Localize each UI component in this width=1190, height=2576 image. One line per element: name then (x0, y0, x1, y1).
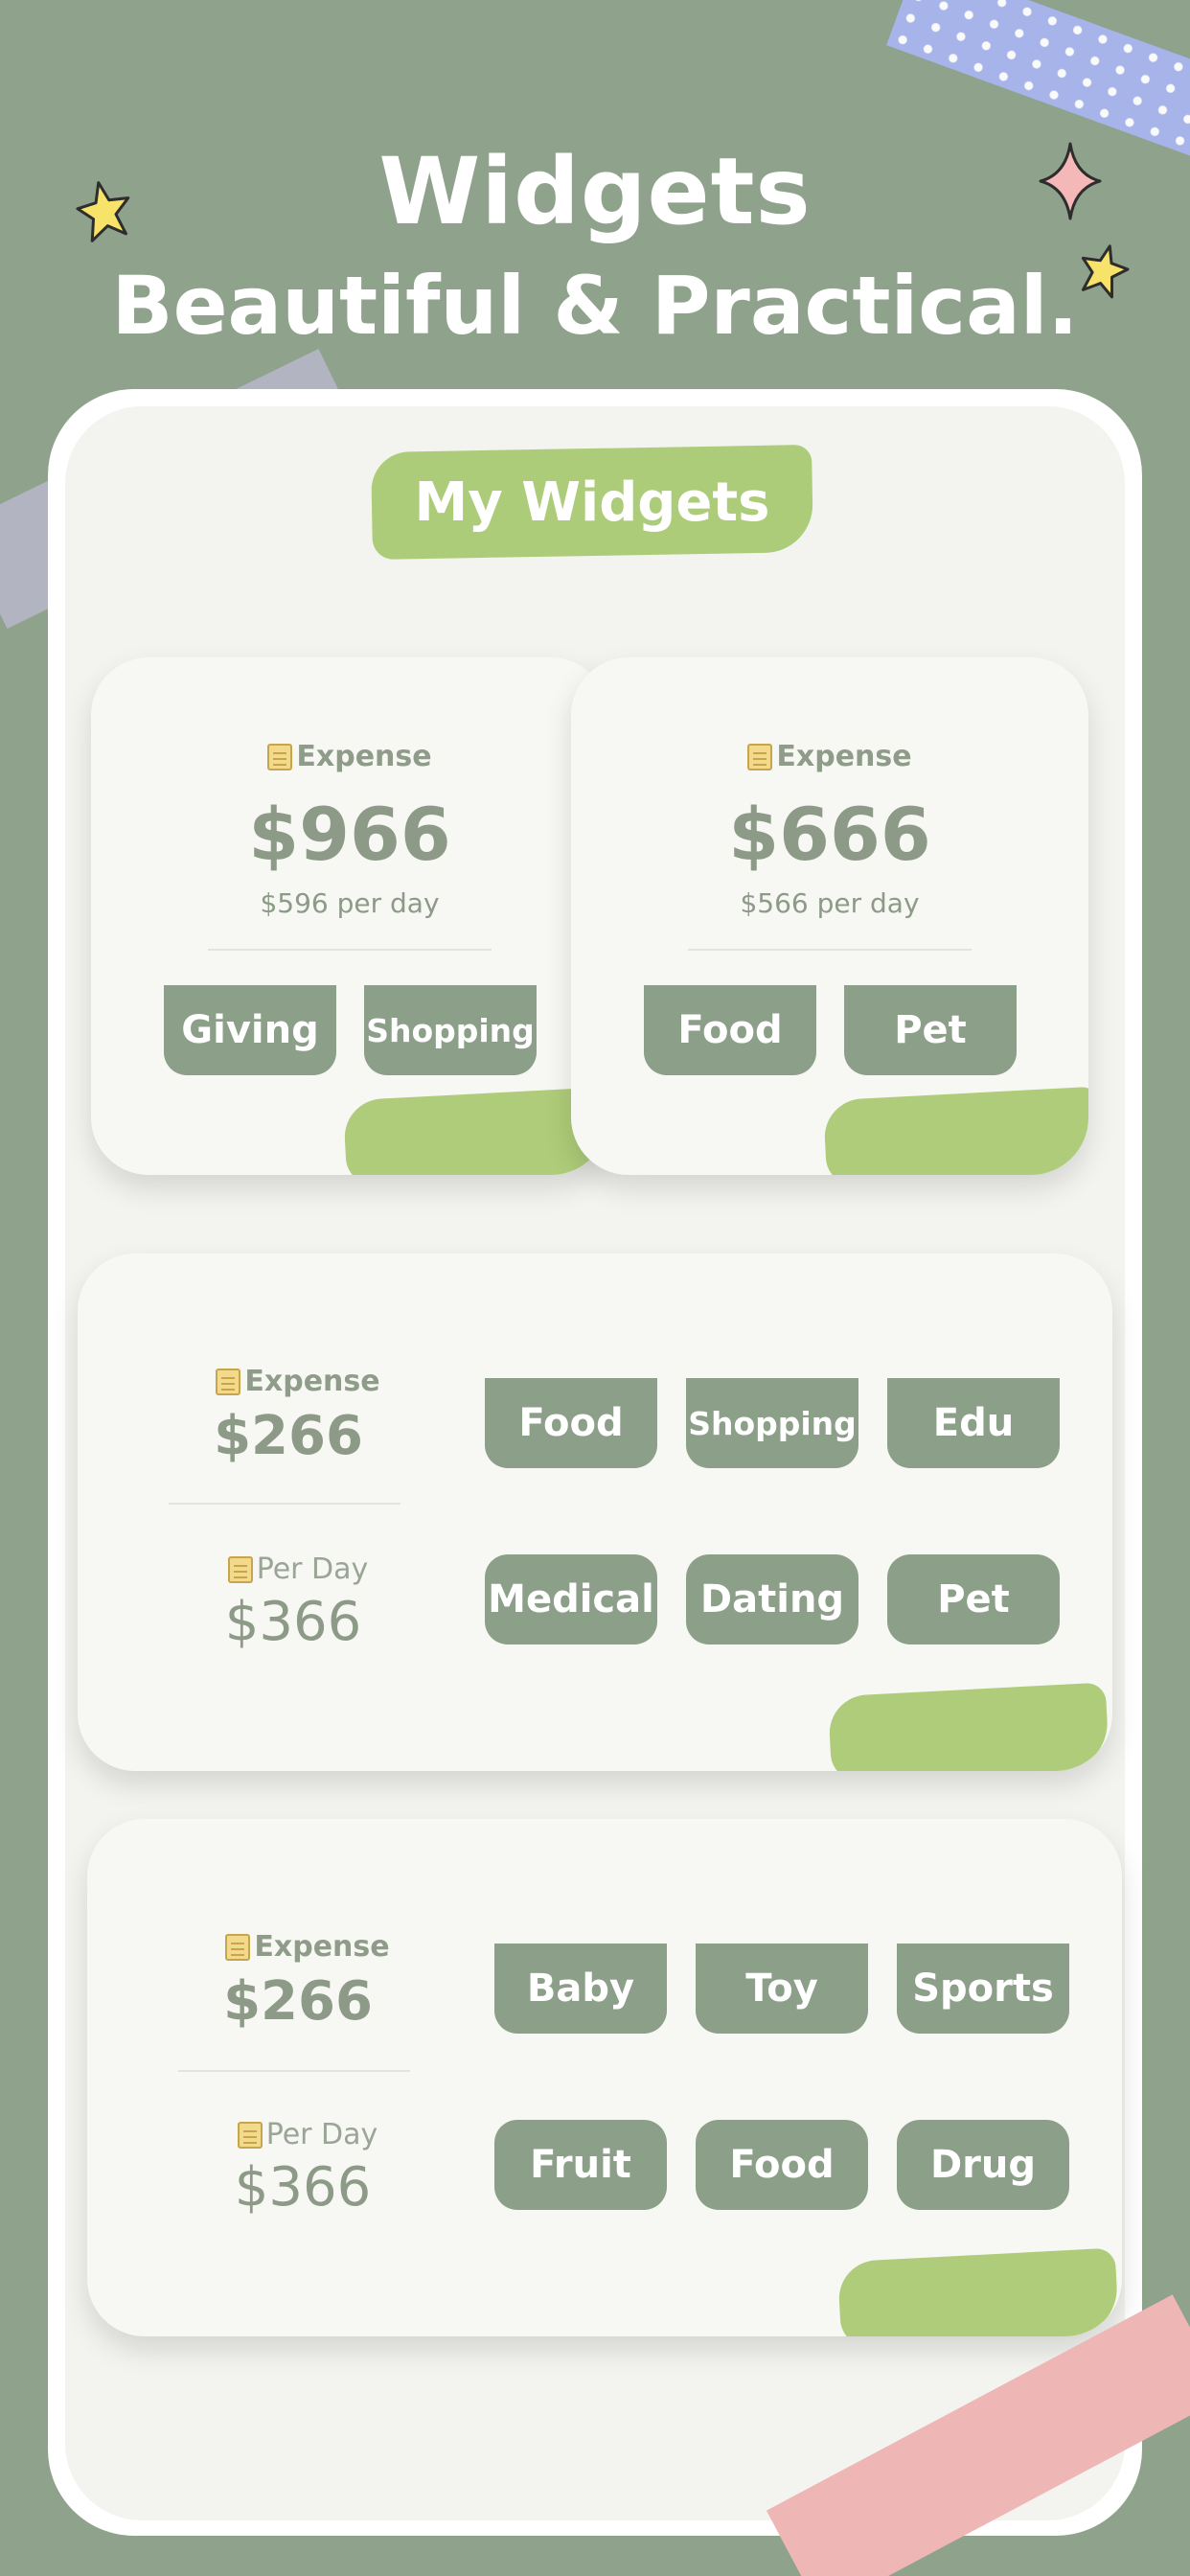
divider (688, 949, 972, 951)
header-subtitle: Beautiful & Practical. (111, 259, 1079, 353)
category-chip[interactable]: Pet (844, 985, 1017, 1075)
divider (178, 2070, 410, 2072)
section-title: My Widgets (414, 471, 770, 534)
category-chip[interactable]: Pet (887, 1554, 1060, 1644)
widget-small-1[interactable]: Expense $966 $596 per day Giving Shoppin… (91, 657, 608, 1175)
widget-per-day: $596 per day (260, 887, 440, 919)
widget-brush (836, 2247, 1120, 2336)
per-day-label: Per Day (256, 1552, 369, 1586)
widget-medium-2[interactable]: Expense $266 Per Day $366 Baby Toy Sport… (87, 1819, 1122, 2336)
widget-amount: $666 (728, 792, 931, 877)
category-chip[interactable]: Drug (897, 2120, 1069, 2210)
expense-amount: $266 (223, 1970, 373, 2033)
per-day-label: Per Day (265, 2118, 378, 2151)
note-icon (237, 2121, 263, 2149)
category-chip[interactable]: Baby (494, 1944, 667, 2034)
category-chip[interactable]: Food (696, 2120, 868, 2210)
note-icon (747, 743, 773, 770)
note-icon (225, 1933, 251, 1961)
category-chip[interactable]: Food (644, 985, 816, 1075)
note-icon (267, 743, 293, 770)
widget-brush (342, 1086, 608, 1175)
widget-amount: $966 (248, 792, 451, 877)
category-chip[interactable]: Edu (887, 1378, 1060, 1468)
header-title: Widgets (378, 138, 812, 245)
note-icon (227, 1555, 253, 1583)
category-chip[interactable]: Dating (686, 1554, 858, 1644)
expense-amount: $266 (214, 1405, 363, 1467)
widget-label: Expense (296, 740, 432, 773)
note-icon (216, 1368, 241, 1395)
category-chip[interactable]: Giving (164, 985, 336, 1075)
category-chip[interactable]: Toy (696, 1944, 868, 2034)
expense-label: Expense (244, 1365, 380, 1398)
category-chip[interactable]: Food (485, 1378, 657, 1468)
widget-label: Expense (776, 740, 912, 773)
category-chip[interactable]: Shopping (686, 1378, 858, 1468)
category-chip[interactable]: Fruit (494, 2120, 667, 2210)
page-header: Widgets Beautiful & Practical. (0, 134, 1190, 358)
per-day-amount: $366 (224, 1591, 362, 1653)
per-day-amount: $366 (234, 2156, 372, 2219)
divider (208, 949, 492, 951)
category-chip[interactable]: Shopping (364, 985, 537, 1075)
divider (169, 1503, 400, 1505)
widget-small-2[interactable]: Expense $666 $566 per day Food Pet (571, 657, 1088, 1175)
widget-brush (822, 1086, 1088, 1175)
category-chip[interactable]: Medical (485, 1554, 657, 1644)
category-chip[interactable]: Sports (897, 1944, 1069, 2034)
widget-brush (827, 1682, 1110, 1771)
widget-per-day: $566 per day (740, 887, 920, 919)
widget-medium-1[interactable]: Expense $266 Per Day $366 Food Shopping … (78, 1254, 1112, 1771)
expense-label: Expense (254, 1930, 390, 1964)
